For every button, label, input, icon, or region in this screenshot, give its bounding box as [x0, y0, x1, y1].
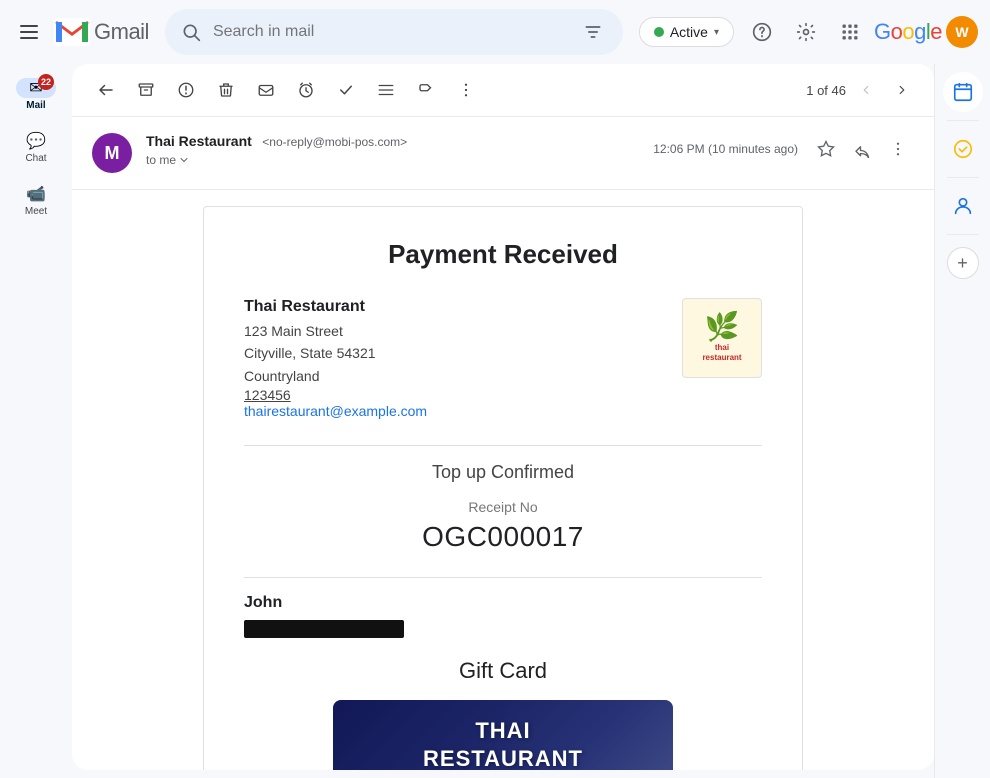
search-input[interactable]	[213, 23, 579, 41]
sidebar-mail-label: Mail	[26, 100, 45, 111]
tasks-icon[interactable]	[943, 129, 983, 169]
topup-section: Top up Confirmed Receipt No OGC000017	[244, 462, 762, 553]
gmail-m-icon	[54, 18, 90, 46]
delete-button[interactable]	[208, 72, 244, 108]
chevron-down-icon: ▾	[714, 27, 719, 38]
prev-email-button[interactable]	[850, 74, 882, 106]
apps-button[interactable]	[830, 12, 870, 52]
top-bar-right: Google W	[742, 12, 978, 52]
search-icon	[181, 22, 201, 42]
redacted-info	[244, 620, 404, 638]
content-area: 1 of 46 M Thai Restaurant <no-reply@mobi…	[72, 64, 934, 770]
sidebar-chat-label: Chat	[25, 153, 46, 164]
mail-icon: ✉ 22	[16, 78, 56, 98]
right-panel-divider-3	[947, 234, 979, 235]
avatar[interactable]: W	[946, 16, 978, 48]
email-body[interactable]: Payment Received Thai Restaurant 123 Mai…	[72, 190, 934, 770]
sidebar-item-meet[interactable]: 📹 Meet	[0, 178, 72, 223]
gift-card-image: THAI RESTAURANT	[333, 700, 673, 770]
sidebar-item-chat[interactable]: 💬 Chat	[0, 125, 72, 170]
star-button[interactable]	[810, 133, 842, 165]
mark-unread-button[interactable]	[248, 72, 284, 108]
gmail-logo[interactable]: Gmail	[54, 18, 149, 46]
mail-badge: 22	[38, 74, 54, 90]
email-toolbar: 1 of 46	[72, 64, 934, 117]
restaurant-address: 123 Main Street Cityville, State 54321 C…	[244, 320, 427, 387]
labels-button[interactable]	[408, 72, 444, 108]
back-button[interactable]	[88, 72, 124, 108]
reply-button[interactable]	[846, 133, 878, 165]
more-header-button[interactable]	[882, 133, 914, 165]
sender-email: <no-reply@mobi-pos.com>	[262, 135, 407, 149]
receipt-label: Receipt No	[244, 499, 762, 515]
help-button[interactable]	[742, 12, 782, 52]
sidebar-item-mail[interactable]: ✉ 22 Mail	[0, 72, 72, 117]
sender-name: Thai Restaurant	[146, 133, 252, 149]
add-app-button[interactable]: +	[947, 247, 979, 279]
chat-icon: 💬	[16, 131, 56, 151]
sidebar-meet-label: Meet	[25, 206, 47, 217]
google-logo: Google	[874, 19, 942, 45]
restaurant-header: Thai Restaurant 123 Main Street Cityvill…	[244, 298, 762, 421]
active-status-button[interactable]: Active ▾	[639, 17, 734, 47]
restaurant-email-link[interactable]: thairestaurant@example.com	[244, 403, 427, 419]
email-timestamp: 12:06 PM (10 minutes ago)	[653, 133, 914, 165]
restaurant-phone: 123456	[244, 387, 427, 403]
sender-info: Thai Restaurant <no-reply@mobi-pos.com>	[146, 133, 653, 151]
customer-name: John	[244, 594, 762, 612]
email-meta: Thai Restaurant <no-reply@mobi-pos.com> …	[146, 133, 653, 167]
gmail-text: Gmail	[94, 19, 149, 45]
divider-1	[244, 445, 762, 446]
hamburger-button[interactable]	[12, 17, 46, 47]
contacts-icon[interactable]	[943, 186, 983, 226]
toolbar-count: 1 of 46	[806, 74, 918, 106]
restaurant-info: Thai Restaurant 123 Main Street Cityvill…	[244, 298, 427, 421]
customer-section: John	[244, 594, 762, 638]
to-me: to me	[146, 153, 653, 167]
archive-button[interactable]	[128, 72, 164, 108]
email-header: M Thai Restaurant <no-reply@mobi-pos.com…	[72, 117, 934, 190]
receipt-number: OGC000017	[244, 521, 762, 553]
move-button[interactable]	[368, 72, 404, 108]
header-actions	[810, 133, 914, 165]
topup-title: Top up Confirmed	[244, 462, 762, 483]
active-dot	[654, 27, 664, 37]
settings-button[interactable]	[786, 12, 826, 52]
calendar-icon[interactable]	[943, 72, 983, 112]
search-bar	[165, 9, 623, 55]
payment-title: Payment Received	[244, 239, 762, 270]
spam-button[interactable]	[168, 72, 204, 108]
right-panel-divider-2	[947, 177, 979, 178]
email-content: Payment Received Thai Restaurant 123 Mai…	[203, 206, 803, 770]
count-text: 1 of 46	[806, 83, 846, 98]
more-toolbar-button[interactable]	[448, 72, 484, 108]
next-email-button[interactable]	[886, 74, 918, 106]
snooze-button[interactable]	[288, 72, 324, 108]
search-filter-icon[interactable]	[579, 18, 607, 46]
top-bar: Gmail Active ▾ Google W	[0, 0, 990, 64]
sidebar: ✉ 22 Mail 💬 Chat 📹 Meet	[0, 64, 72, 778]
restaurant-logo: 🌿 thai restaurant	[682, 298, 762, 378]
timestamp-text: 12:06 PM (10 minutes ago)	[653, 142, 798, 156]
done-button[interactable]	[328, 72, 364, 108]
right-panel: +	[934, 64, 990, 778]
right-panel-divider	[947, 120, 979, 121]
active-label: Active	[670, 24, 708, 40]
main-layout: ✉ 22 Mail 💬 Chat 📹 Meet	[0, 64, 990, 778]
meet-icon: 📹	[16, 184, 56, 204]
gift-card-title: Gift Card	[244, 658, 762, 684]
divider-2	[244, 577, 762, 578]
restaurant-name: Thai Restaurant	[244, 298, 427, 316]
sender-avatar: M	[92, 133, 132, 173]
